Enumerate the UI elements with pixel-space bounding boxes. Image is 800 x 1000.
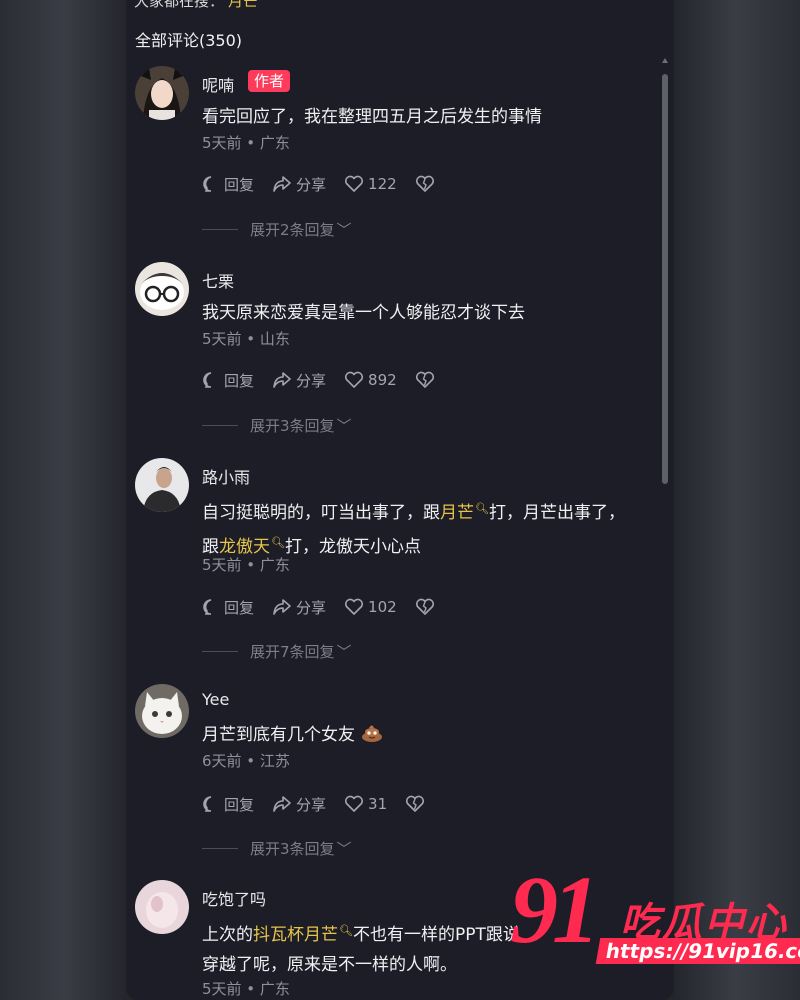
scroll-up-icon[interactable] [662,58,668,63]
reply-button[interactable]: 回复 [202,794,254,815]
comment-item: 七栗 我天原来恋爱真是靠一个人够能忍才谈下去 5天前 • 山东 回复 分享 89… [126,262,674,452]
comment-meta: 6天前 • 江苏 [202,752,290,770]
search-hint-keyword[interactable]: 月芒 [228,0,258,10]
username[interactable]: 吃饱了吗 [202,886,266,910]
heart-icon [345,371,364,388]
comment-text: 我天原来恋爱真是靠一个人够能忍才谈下去 [202,303,525,323]
chevron-down-icon: ﹀ [336,221,352,239]
dislike-button[interactable] [415,175,439,193]
dislike-button[interactable] [415,371,439,389]
like-button[interactable]: 122 [344,175,397,193]
comment-meta: 5天前 • 广东 [202,556,290,574]
comment-count: 全部评论(350) [135,31,243,50]
comments-panel: 大家都在搜： 月芒 全部评论(350) 呢喃 作者 看完回应了，我在整理四五月之后… [126,0,674,1000]
share-arrow-icon [273,372,291,388]
divider [202,848,238,849]
username[interactable]: 呢喃 [202,72,234,96]
heart-icon [345,795,364,812]
poop-emoji-icon [362,725,382,742]
avatar-pink-blur-icon [135,880,189,934]
divider [202,651,238,652]
expand-replies[interactable]: 展开2条回复 ﹀ [202,219,352,240]
search-link[interactable]: 月芒 [440,503,474,523]
reply-button[interactable]: 回复 [202,174,254,195]
chevron-down-icon: ﹀ [336,840,352,858]
search-icon: 🔍︎ [475,502,489,515]
comment-actions: 回复 分享 102 [202,595,457,619]
chevron-down-icon: ﹀ [336,417,352,435]
divider [202,425,238,426]
expand-replies[interactable]: 展开3条回复 ﹀ [202,838,352,859]
avatar[interactable] [135,880,189,934]
reply-bubble-icon [203,599,212,615]
reply-button[interactable]: 回复 [202,370,254,391]
avatar[interactable] [135,66,189,120]
reply-bubble-icon [203,176,212,192]
share-button[interactable]: 分享 [272,794,326,815]
broken-heart-icon [415,175,434,192]
share-button[interactable]: 分享 [272,597,326,618]
comment-actions: 回复 分享 892 [202,368,457,392]
watermark-logo: 91 吃瓜中心 https://91vip16.com [510,860,800,980]
comment-actions: 回复 分享 31 [202,792,447,816]
username[interactable]: 路小雨 [202,464,250,488]
share-arrow-icon [273,796,291,812]
divider [202,229,238,230]
like-button[interactable]: 31 [344,795,387,813]
watermark-url: https://91vip16.com [595,938,800,964]
heart-icon [345,598,364,615]
reply-button[interactable]: 回复 [202,597,254,618]
comment-meta: 5天前 • 广东 [202,980,290,998]
dislike-button[interactable] [415,598,439,616]
like-button[interactable]: 102 [344,598,397,616]
share-button[interactable]: 分享 [272,174,326,195]
broken-heart-icon [406,795,425,812]
avatar-white-cat-icon [135,684,189,738]
comment-meta: 5天前 • 山东 [202,330,290,348]
comment-meta: 5天前 • 广东 [202,134,290,152]
reply-bubble-icon [203,372,212,388]
avatar[interactable] [135,684,189,738]
search-icon: 🔍︎ [271,536,285,549]
avatar[interactable] [135,262,189,316]
avatar-cartoon-glasses-icon [135,262,189,316]
expand-replies[interactable]: 展开3条回复 ﹀ [202,415,352,436]
like-button[interactable]: 892 [344,371,397,389]
share-arrow-icon [273,176,291,192]
comment-actions: 回复 分享 122 [202,172,457,196]
chevron-down-icon: ﹀ [336,643,352,661]
comment-text: 自习挺聪明的，叮当出事了，跟月芒🔍︎打，月芒出事了， 跟龙傲天🔍︎打，龙傲天小心点 [202,502,625,557]
comment-item: 路小雨 自习挺聪明的，叮当出事了，跟月芒🔍︎打，月芒出事了， 跟龙傲天🔍︎打，龙傲… [126,458,674,678]
watermark-number: 91 [510,856,600,963]
share-arrow-icon [273,599,291,615]
expand-replies[interactable]: 展开7条回复 ﹀ [202,641,352,662]
broken-heart-icon [415,598,434,615]
author-badge: 作者 [248,70,291,92]
search-link[interactable]: 抖瓦杯月芒 [253,925,338,945]
comment-text: 月芒到底有几个女友 [202,720,652,750]
reply-bubble-icon [203,796,212,812]
broken-heart-icon [415,371,434,388]
comment-text: 看完回应了，我在整理四五月之后发生的事情 [202,107,542,127]
comment-item: Yee 月芒到底有几个女友 6天前 • 江苏 回复 分享 31 展开3条回复 ﹀ [126,684,674,874]
avatar-woman-photo-icon [135,66,189,120]
dislike-button[interactable] [405,795,429,813]
avatar-man-photo-icon [135,458,189,512]
username[interactable]: 七栗 [202,268,234,292]
search-hint[interactable]: 大家都在搜： 月芒 [134,0,258,11]
username[interactable]: Yee [202,690,229,709]
heart-icon [345,175,364,192]
comment-item: 呢喃 作者 看完回应了，我在整理四五月之后发生的事情 5天前 • 广东 回复 分… [126,66,674,256]
share-button[interactable]: 分享 [272,370,326,391]
search-icon: 🔍︎ [339,924,353,937]
avatar[interactable] [135,458,189,512]
